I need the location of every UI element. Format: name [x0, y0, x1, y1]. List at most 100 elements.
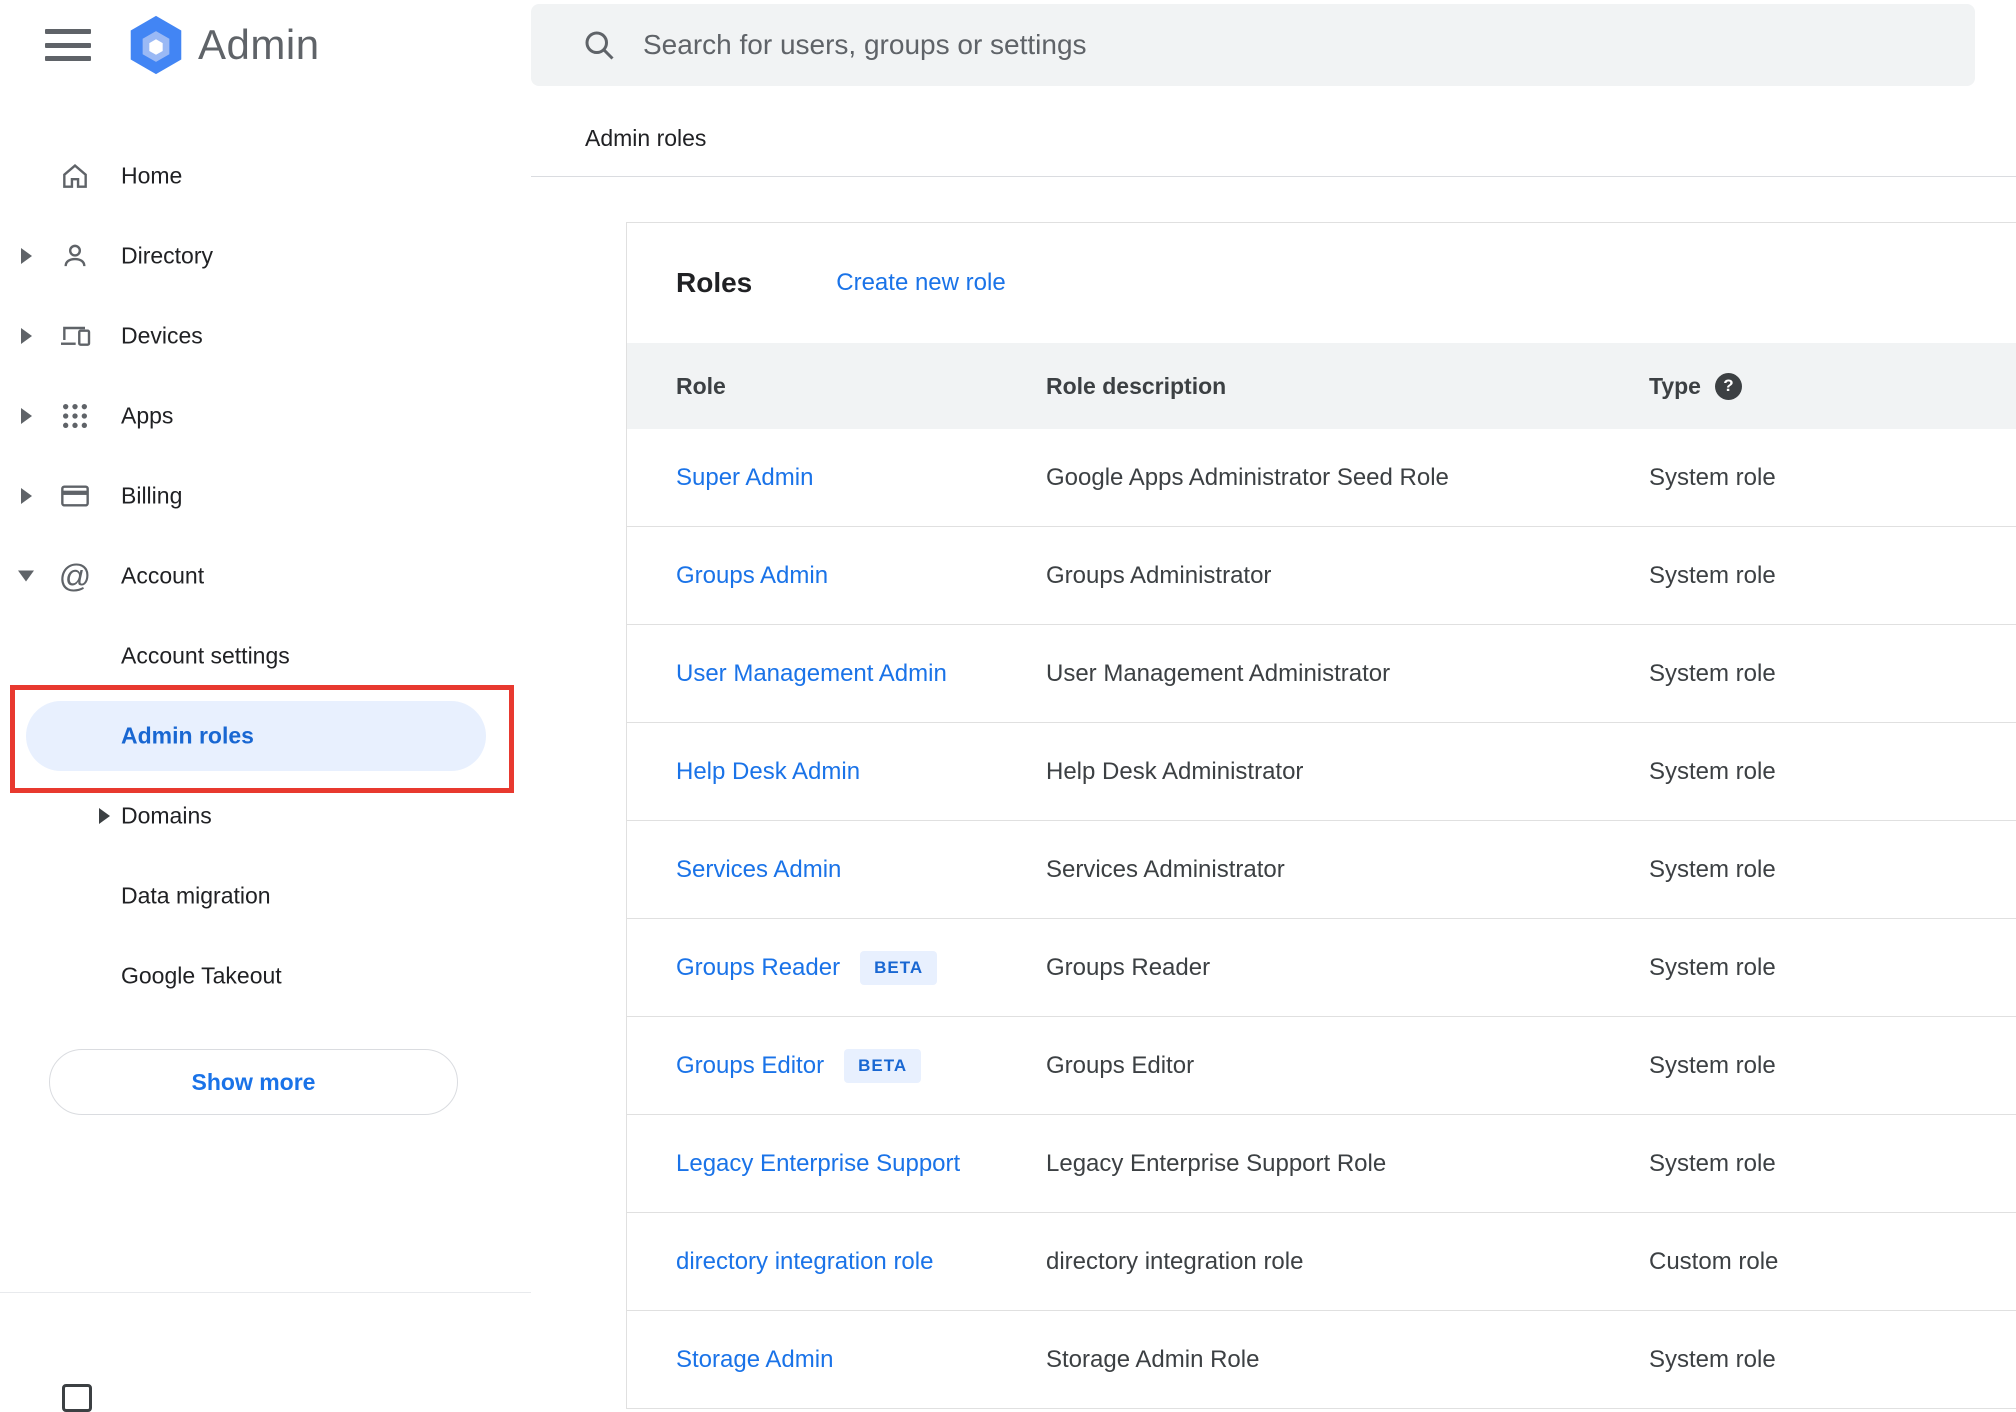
sidebar-item-label: Account settings [121, 642, 290, 669]
role-cell: Groups Admin [676, 562, 1046, 590]
header-divider [531, 176, 2016, 177]
role-link[interactable]: Legacy Enterprise Support [676, 1150, 960, 1178]
role-cell: Services Admin [676, 856, 1046, 884]
sidebar-item-label: Data migration [121, 882, 271, 909]
table-row: Legacy Enterprise Support Legacy Enterpr… [627, 1115, 2016, 1213]
main-content: Admin roles Roles Create new role Role R… [531, 0, 2016, 1409]
sidebar-item-google-takeout[interactable]: Google Takeout [0, 936, 531, 1016]
role-description: Google Apps Administrator Seed Role [1046, 463, 1449, 491]
role-description: Legacy Enterprise Support Role [1046, 1149, 1387, 1177]
table-row: Storage Admin Storage Admin Role System … [627, 1311, 2016, 1409]
sidebar-item-data-migration[interactable]: Data migration [0, 856, 531, 936]
selected-item-highlight [26, 701, 486, 771]
sidebar-item-label: Account [121, 562, 205, 589]
role-cell: Super Admin [676, 464, 1046, 492]
role-link[interactable]: User Management Admin [676, 660, 947, 688]
role-link[interactable]: Groups Admin [676, 562, 828, 590]
role-description: Groups Reader [1046, 953, 1211, 981]
sidebar-item-home[interactable]: Home [0, 136, 531, 216]
role-type: System role [1649, 463, 1776, 491]
role-type: System role [1649, 757, 1776, 785]
table-row: User Management Admin User Management Ad… [627, 625, 2016, 723]
home-icon [59, 160, 91, 192]
bottom-toolbar-icon[interactable] [62, 1384, 92, 1412]
sidebar-item-label: Apps [121, 402, 174, 429]
sidebar: Admin Home Directory Devices Apps Billin… [0, 0, 531, 1412]
table-row: Help Desk Admin Help Desk Administrator … [627, 723, 2016, 821]
chevron-right-icon[interactable] [21, 408, 32, 424]
breadcrumb: Admin roles [585, 125, 707, 151]
role-type: System role [1649, 659, 1776, 687]
column-header-description: Role description [1046, 372, 1227, 399]
sidebar-item-account-settings[interactable]: Account settings [0, 616, 531, 696]
role-description: Help Desk Administrator [1046, 757, 1304, 785]
devices-icon [59, 320, 91, 352]
role-type: System role [1649, 561, 1776, 589]
role-cell: Storage Admin [676, 1346, 1046, 1374]
sidebar-item-label: Home [121, 162, 183, 189]
show-more-button[interactable]: Show more [49, 1049, 458, 1115]
sidebar-nav: Home Directory Devices Apps Billing @ Ac… [0, 136, 531, 1016]
role-cell: Groups Editor BETA [676, 1048, 1046, 1083]
table-row: Groups Admin Groups Administrator System… [627, 527, 2016, 625]
app-title: Admin [198, 21, 320, 68]
chevron-right-icon[interactable] [99, 808, 110, 824]
table-row: Groups Editor BETA Groups Editor System … [627, 1017, 2016, 1115]
sidebar-item-label: Billing [121, 482, 183, 509]
sidebar-item-domains[interactable]: Domains [0, 776, 531, 856]
role-type: System role [1649, 1149, 1776, 1177]
chevron-right-icon[interactable] [21, 328, 32, 344]
person-icon [59, 240, 91, 272]
search-input[interactable] [643, 29, 1975, 61]
chevron-right-icon[interactable] [21, 248, 32, 264]
help-icon[interactable]: ? [1714, 372, 1742, 400]
panel-title: Roles [676, 267, 753, 298]
role-type: Custom role [1649, 1247, 1779, 1275]
role-link[interactable]: directory integration role [676, 1248, 933, 1276]
table-row: directory integration role directory int… [627, 1213, 2016, 1311]
role-link[interactable]: Groups Reader [676, 954, 840, 982]
billing-card-icon [59, 480, 91, 512]
menu-icon[interactable] [45, 29, 91, 61]
role-description: Storage Admin Role [1046, 1345, 1260, 1373]
sidebar-header: Admin [0, 0, 531, 90]
sidebar-divider [0, 1292, 531, 1293]
search-bar[interactable] [531, 4, 1975, 86]
table-row: Services Admin Services Administrator Sy… [627, 821, 2016, 919]
chevron-right-icon[interactable] [21, 488, 32, 504]
role-link[interactable]: Services Admin [676, 856, 841, 884]
role-cell: Legacy Enterprise Support [676, 1150, 1046, 1178]
role-description: User Management Administrator [1046, 659, 1391, 687]
sidebar-item-devices[interactable]: Devices [0, 296, 531, 376]
table-header-row: Role Role description Type ? [627, 343, 2016, 429]
role-link[interactable]: Storage Admin [676, 1346, 833, 1374]
role-cell: Help Desk Admin [676, 758, 1046, 786]
sidebar-item-admin-roles[interactable]: Admin roles [0, 696, 531, 776]
table-row: Super Admin Google Apps Administrator Se… [627, 429, 2016, 527]
sidebar-item-label: Google Takeout [121, 962, 282, 989]
table-row: Groups Reader BETA Groups Reader System … [627, 919, 2016, 1017]
role-description: directory integration role [1046, 1247, 1304, 1275]
role-type: System role [1649, 1345, 1776, 1373]
role-cell: User Management Admin [676, 660, 1046, 688]
roles-panel: Roles Create new role Role Role descript… [626, 222, 2016, 1409]
chevron-down-icon[interactable] [18, 570, 34, 582]
at-sign-icon: @ [58, 558, 92, 594]
create-new-role-link[interactable]: Create new role [836, 269, 1005, 297]
role-description: Groups Editor [1046, 1051, 1195, 1079]
role-link[interactable]: Groups Editor [676, 1052, 824, 1080]
role-type: System role [1649, 1051, 1776, 1079]
role-link[interactable]: Super Admin [676, 464, 813, 492]
role-type: System role [1649, 855, 1776, 883]
role-link[interactable]: Help Desk Admin [676, 758, 860, 786]
beta-badge: BETA [860, 950, 938, 985]
sidebar-item-label: Admin roles [121, 722, 254, 749]
beta-badge: BETA [844, 1048, 922, 1083]
sidebar-item-billing[interactable]: Billing [0, 456, 531, 536]
roles-panel-header: Roles Create new role [627, 223, 2016, 343]
sidebar-item-apps[interactable]: Apps [0, 376, 531, 456]
sidebar-item-account[interactable]: @ Account [0, 536, 531, 616]
column-header-type: Type ? [1649, 372, 2016, 400]
role-cell: directory integration role [676, 1248, 1046, 1276]
sidebar-item-directory[interactable]: Directory [0, 216, 531, 296]
